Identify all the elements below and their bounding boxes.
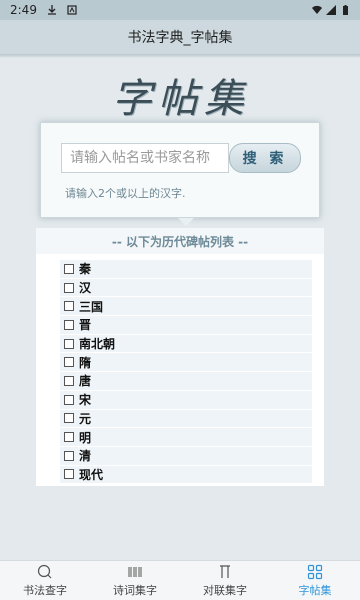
checkbox[interactable] (64, 375, 74, 386)
checkbox[interactable] (64, 469, 74, 480)
search-icon (37, 564, 52, 578)
dynasty-list-card: -- 以下为历代碑帖列表 -- 秦 汉 三国 晋 南北朝 隋 唐 宋 元 明 清… (36, 228, 324, 486)
dynasty-label: 秦 (79, 262, 92, 277)
dynasty-label: 三国 (79, 299, 104, 314)
dynasty-item[interactable]: 宋 (60, 390, 312, 410)
dynasty-item[interactable]: 现代 (60, 465, 312, 485)
search-hint: 请输入2个或以上的汉字. (65, 187, 186, 200)
dynasty-label: 晋 (79, 318, 92, 333)
status-time: 2:49 (10, 3, 37, 17)
checkbox[interactable] (64, 263, 74, 274)
search-button[interactable]: 搜 索 (229, 143, 301, 173)
search-input[interactable] (61, 143, 229, 173)
dynasty-item[interactable]: 汉 (60, 278, 312, 298)
dynasty-item[interactable]: 南北朝 (60, 334, 312, 354)
app-logo: 字帖集 (112, 76, 250, 122)
couplet-icon (220, 564, 230, 578)
battery-icon (343, 5, 348, 15)
dynasty-item[interactable]: 秦 (60, 260, 312, 279)
dynasty-label: 南北朝 (79, 337, 116, 352)
checkbox[interactable] (64, 319, 74, 330)
notification-icon (67, 5, 77, 15)
status-bar: 2:49 (0, 0, 360, 20)
nav-item-copybooks[interactable]: 字帖集 (270, 561, 360, 600)
download-icon (47, 5, 56, 15)
dynasty-label: 汉 (79, 281, 92, 296)
checkbox[interactable] (64, 413, 74, 424)
nav-label: 书法查字 (23, 583, 67, 597)
checkbox[interactable] (64, 282, 74, 293)
dynasty-label: 唐 (79, 374, 92, 389)
dynasty-item[interactable]: 隋 (60, 353, 312, 373)
nav-label: 字帖集 (298, 583, 332, 597)
nav-item-poems[interactable]: 诗词集字 (90, 561, 180, 600)
dynasty-item[interactable]: 晋 (60, 316, 312, 335)
nav-item-couplets[interactable]: 对联集字 (180, 561, 270, 600)
nav-item-lookup[interactable]: 书法查字 (0, 561, 90, 600)
dynasty-item[interactable]: 三国 (60, 297, 312, 317)
dynasty-label: 明 (79, 430, 92, 445)
list-heading: -- 以下为历代碑帖列表 -- (36, 228, 324, 254)
app-header: 书法字典_字帖集 (0, 20, 360, 54)
page-title: 书法字典_字帖集 (127, 30, 233, 46)
bottom-nav: 书法查字 诗词集字 对联集字 字帖集 (0, 560, 360, 600)
dynasty-item[interactable]: 清 (60, 446, 312, 466)
checkbox[interactable] (64, 338, 74, 349)
barcode-icon (128, 566, 142, 577)
dynasty-label: 宋 (79, 393, 92, 408)
checkbox[interactable] (64, 357, 74, 368)
header-shadow (0, 54, 360, 58)
checkbox[interactable] (64, 301, 74, 312)
checkbox[interactable] (64, 450, 74, 461)
dynasty-item[interactable]: 明 (60, 428, 312, 447)
dynasty-item[interactable]: 元 (60, 409, 312, 429)
dynasty-list: 秦 汉 三国 晋 南北朝 隋 唐 宋 元 明 清 现代 (36, 254, 324, 485)
search-card: 搜 索 请输入2个或以上的汉字. (40, 122, 320, 218)
signal-icon (326, 5, 336, 15)
dynasty-label: 隋 (79, 355, 92, 370)
dynasty-label: 现代 (79, 467, 104, 482)
checkbox[interactable] (64, 432, 74, 443)
grid-icon (307, 564, 323, 579)
dynasty-label: 清 (79, 449, 92, 464)
dynasty-label: 元 (79, 411, 92, 426)
card-pointer (178, 218, 194, 226)
dynasty-item[interactable]: 唐 (60, 372, 312, 391)
checkbox[interactable] (64, 394, 74, 405)
wifi-icon (312, 5, 322, 15)
nav-label: 对联集字 (203, 583, 247, 597)
nav-label: 诗词集字 (113, 583, 157, 597)
